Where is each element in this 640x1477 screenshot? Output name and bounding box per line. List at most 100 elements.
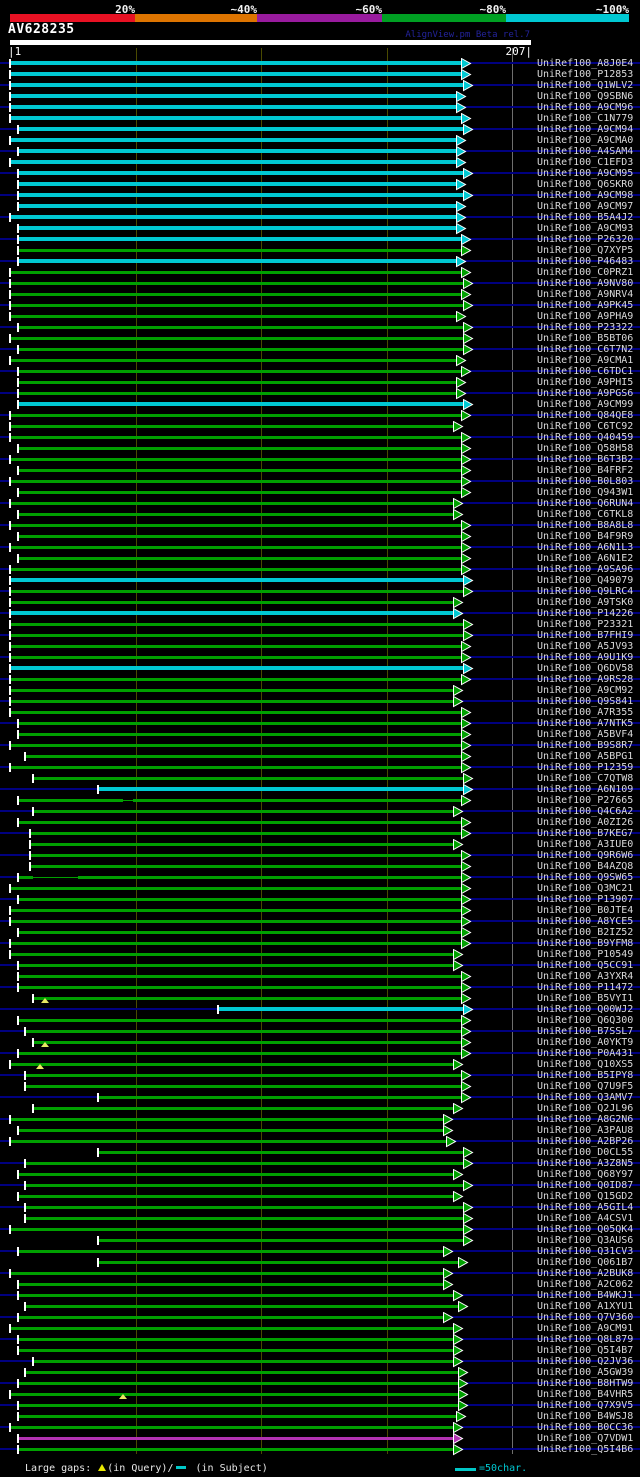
hit-bar[interactable] [18,1283,445,1286]
hit-label[interactable]: UniRef100_Q3MC21 [537,883,633,894]
hit-bar[interactable] [18,1129,445,1132]
hit-label[interactable]: UniRef100_Q6DV58 [537,663,633,674]
hit-bar[interactable] [18,876,463,879]
hit-bar[interactable] [25,1074,463,1077]
hit-label[interactable]: UniRef100_B6T3B2 [537,454,633,465]
hit-bar[interactable] [30,865,463,868]
hit-bar[interactable] [10,590,465,593]
hit-label[interactable]: UniRef100_B4VHR5 [537,1389,633,1400]
hit-label[interactable]: UniRef100_B4WSJ8 [537,1411,633,1422]
hit-label[interactable]: UniRef100_C6TKL8 [537,509,633,520]
hit-label[interactable]: UniRef100_C7QTW8 [537,773,633,784]
hit-bar[interactable] [10,1118,445,1121]
hit-label[interactable]: UniRef100_A9SA96 [537,564,633,575]
hit-label[interactable]: UniRef100_A9CM92 [537,685,633,696]
hit-bar[interactable] [18,557,463,560]
hit-bar[interactable] [10,315,458,318]
hit-bar[interactable] [10,83,465,87]
hit-bar[interactable] [10,546,463,549]
hit-label[interactable]: UniRef100_Q58H58 [537,443,633,454]
hit-label[interactable]: UniRef100_P23322 [537,322,633,333]
hit-label[interactable]: UniRef100_Q9SBN6 [537,91,633,102]
hit-label[interactable]: UniRef100_P26320 [537,234,633,245]
hit-bar[interactable] [30,854,463,857]
hit-bar[interactable] [10,425,455,428]
hit-bar[interactable] [10,458,463,461]
hit-bar[interactable] [25,1184,465,1187]
hit-bar[interactable] [10,568,463,571]
hit-bar[interactable] [18,1250,445,1253]
hit-bar[interactable] [18,127,465,131]
hit-label[interactable]: UniRef100_Q4C6A2 [537,806,633,817]
hit-bar[interactable] [25,755,463,758]
hit-label[interactable]: UniRef100_B2IZ52 [537,927,633,938]
hit-label[interactable]: UniRef100_Q31CV3 [537,1246,633,1257]
hit-bar[interactable] [10,414,463,417]
hit-bar[interactable] [25,1206,465,1209]
hit-label[interactable]: UniRef100_B7SSL7 [537,1026,633,1037]
hit-label[interactable]: UniRef100_B0L803 [537,476,633,487]
hit-bar[interactable] [18,1448,455,1451]
hit-bar[interactable] [30,832,463,835]
hit-bar[interactable] [18,799,463,802]
hit-label[interactable]: UniRef100_P12359 [537,762,633,773]
hit-bar[interactable] [18,1195,455,1198]
hit-label[interactable]: UniRef100_B4FRF2 [537,465,633,476]
hit-label[interactable]: UniRef100_Q7U9F5 [537,1081,633,1092]
hit-bar[interactable] [18,513,455,516]
hit-label[interactable]: UniRef100_A9CM94 [537,124,633,135]
hit-label[interactable]: UniRef100_A2C062 [537,1279,633,1290]
hit-label[interactable]: UniRef100_A9CM91 [537,1323,633,1334]
hit-label[interactable]: UniRef100_P11472 [537,982,633,993]
hit-bar[interactable] [18,964,455,967]
hit-label[interactable]: UniRef100_C0PRZ1 [537,267,633,278]
hit-bar[interactable] [10,634,465,637]
hit-label[interactable]: UniRef100_Q0ID87 [537,1180,633,1191]
hit-bar[interactable] [18,237,463,241]
hit-label[interactable]: UniRef100_Q15GD2 [537,1191,633,1202]
hit-label[interactable]: UniRef100_Q1WLV2 [537,80,633,91]
hit-bar[interactable] [10,105,458,109]
hit-bar[interactable] [18,381,458,384]
hit-bar[interactable] [18,402,465,406]
hit-bar[interactable] [10,436,463,439]
hit-bar[interactable] [10,271,463,274]
hit-bar[interactable] [18,469,463,472]
hit-bar[interactable] [10,502,455,505]
hit-label[interactable]: UniRef100_A8YCE5 [537,916,633,927]
hit-bar[interactable] [25,1217,465,1220]
hit-label[interactable]: UniRef100_A9PHA9 [537,311,633,322]
hit-bar[interactable] [33,777,465,780]
hit-label[interactable]: UniRef100_P23321 [537,619,633,630]
hit-label[interactable]: UniRef100_C1EFD3 [537,157,633,168]
hit-label[interactable]: UniRef100_A9CMA1 [537,355,633,366]
hit-bar[interactable] [10,1140,448,1143]
hit-bar[interactable] [10,887,463,890]
hit-label[interactable]: UniRef100_B8HTW9 [537,1378,633,1389]
hit-label[interactable]: UniRef100_A9CM96 [537,102,633,113]
hit-bar[interactable] [18,1338,455,1341]
hit-bar[interactable] [10,909,463,912]
hit-label[interactable]: UniRef100_A2BUK8 [537,1268,633,1279]
hit-bar[interactable] [33,997,463,1000]
hit-label[interactable]: UniRef100_Q10XS5 [537,1059,633,1070]
hit-bar[interactable] [18,326,465,329]
hit-label[interactable]: UniRef100_A3PAU8 [537,1125,633,1136]
hit-label[interactable]: UniRef100_A4CSV1 [537,1213,633,1224]
hit-label[interactable]: UniRef100_Q9R6W6 [537,850,633,861]
hit-label[interactable]: UniRef100_P12853 [537,69,633,80]
hit-bar[interactable] [10,678,463,681]
hit-label[interactable]: UniRef100_Q49079 [537,575,633,586]
hit-bar[interactable] [10,953,455,956]
hit-label[interactable]: UniRef100_B5BT06 [537,333,633,344]
hit-bar[interactable] [98,1096,463,1099]
hit-label[interactable]: UniRef100_Q8L879 [537,1334,633,1345]
hit-bar[interactable] [10,480,463,483]
hit-label[interactable]: UniRef100_Q68Y97 [537,1169,633,1180]
hit-label[interactable]: UniRef100_A4SAM4 [537,146,633,157]
hit-bar[interactable] [33,1107,455,1110]
hit-label[interactable]: UniRef100_Q943W1 [537,487,633,498]
hit-bar[interactable] [10,215,458,219]
hit-label[interactable]: UniRef100_Q2JL96 [537,1103,633,1114]
hit-label[interactable]: UniRef100_B9YFM8 [537,938,633,949]
